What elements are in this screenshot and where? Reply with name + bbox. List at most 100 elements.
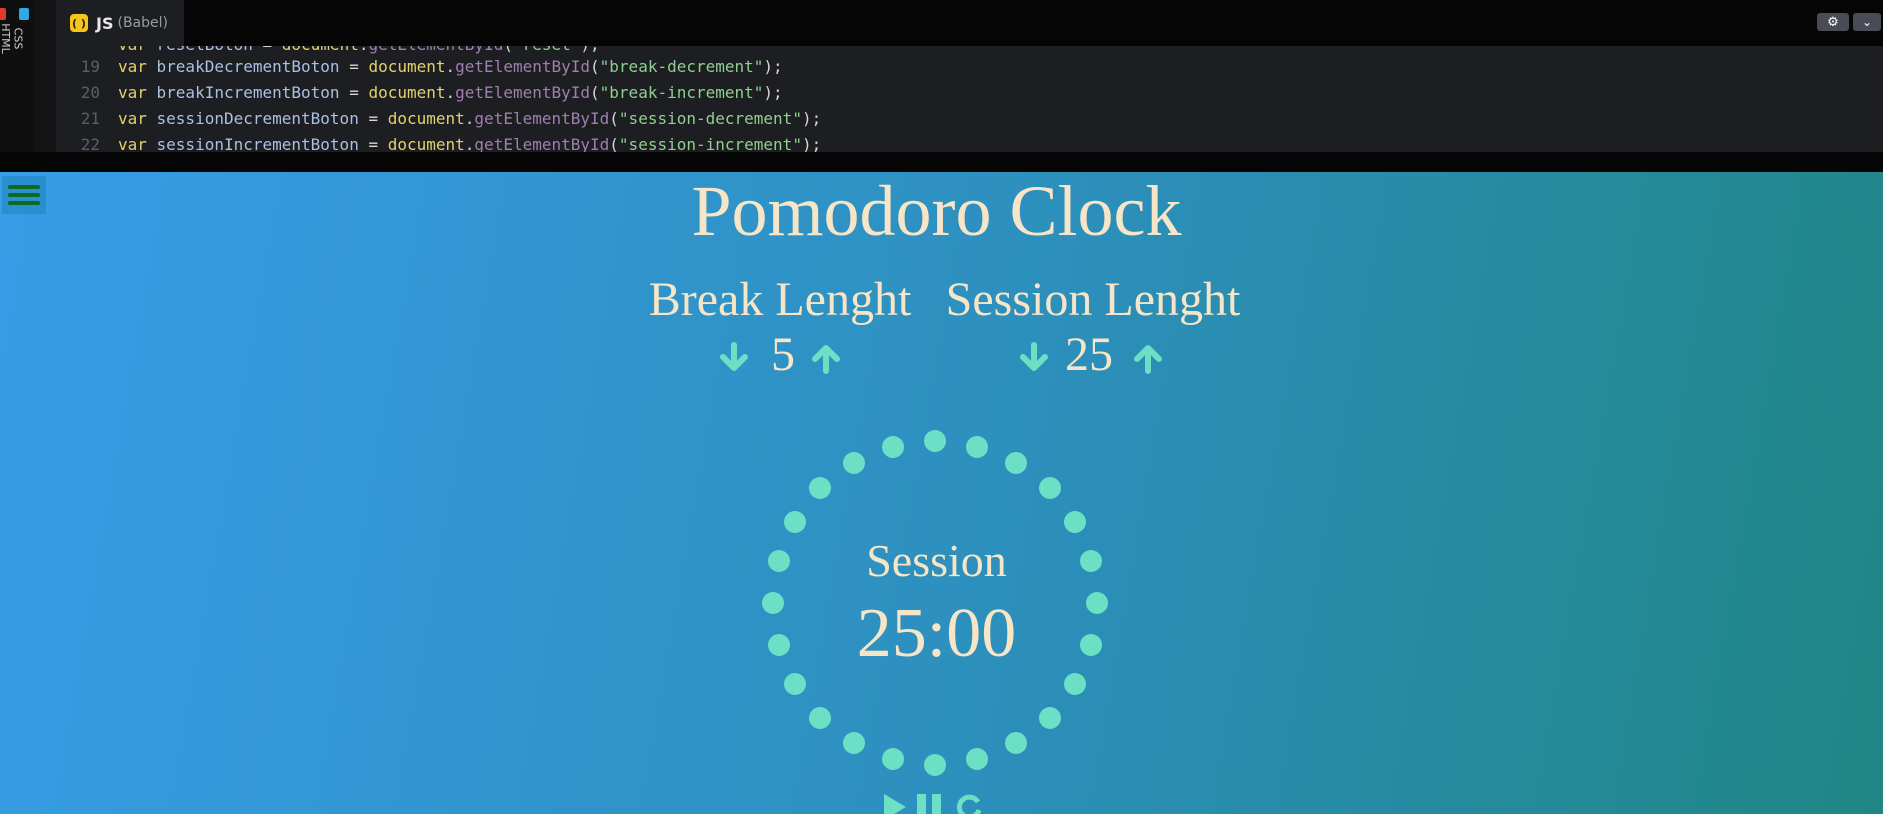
session-length: 25 xyxy=(1065,328,1113,381)
code-token: getElementById xyxy=(455,57,591,76)
session-length-control: 25 xyxy=(1014,328,1174,382)
code-token: var xyxy=(118,57,157,76)
code-token: sessionIncrementBoton xyxy=(156,135,369,152)
tab-js[interactable]: ( ) JS (Babel) xyxy=(56,0,184,46)
pause-icon[interactable] xyxy=(914,792,944,814)
break-increment-arrow-up-icon[interactable] xyxy=(810,342,842,374)
code-token: ); xyxy=(801,109,822,128)
ring-dot xyxy=(924,430,946,452)
code-line[interactable]: 19 var breakDecrementBoton = document.get… xyxy=(56,54,783,80)
code-line[interactable]: 20 var breakIncrementBoton = document.get… xyxy=(56,80,783,106)
line-number: 20 xyxy=(80,83,100,102)
ring-dot xyxy=(882,435,905,458)
code-token: ); xyxy=(763,83,783,102)
ring-dot xyxy=(843,451,865,474)
chevron-down-icon: ⌄ xyxy=(1861,15,1873,29)
code-token: = xyxy=(349,83,369,102)
ring-dot xyxy=(783,511,806,533)
html-icon xyxy=(0,8,6,20)
time-left: 25:00 xyxy=(856,595,1017,672)
tab-css-label: CSS xyxy=(11,27,25,50)
code-token: "session-decrement" xyxy=(618,109,802,128)
ring-dot xyxy=(1005,732,1027,755)
line-number: 21 xyxy=(80,109,100,128)
code-token: document xyxy=(282,46,359,54)
break-label: Break Lenght xyxy=(648,273,912,326)
ring-dot xyxy=(882,748,905,771)
code-token: getElementById xyxy=(455,83,591,102)
code-token: sessionDecrementBoton xyxy=(156,109,369,128)
code-token: var xyxy=(118,83,157,102)
tab-css[interactable]: CSS xyxy=(11,8,31,58)
tab-html-label: HTML xyxy=(0,23,12,54)
code-token: . xyxy=(464,135,475,152)
code-token: var xyxy=(118,109,157,128)
code-token: getElementById xyxy=(474,135,610,152)
code-token: ( xyxy=(503,46,513,54)
code-token: ); xyxy=(801,135,822,152)
js-icon: ( ) xyxy=(70,14,88,32)
break-length: 5 xyxy=(771,328,795,381)
ring-dot xyxy=(1038,477,1061,500)
code-editor: HTML CSS ( ) JS (Babel) ⚙ ⌄ var resetBot… xyxy=(0,0,1883,152)
css-icon xyxy=(19,8,29,20)
gear-icon: ⚙ xyxy=(1827,14,1839,30)
line-number: 19 xyxy=(80,57,100,76)
tab-js-title: JS xyxy=(96,13,114,33)
code-line[interactable]: 21 var sessionDecrementBoton = document.g… xyxy=(56,106,821,132)
code-token: breakIncrementBoton xyxy=(156,83,350,102)
code-token: "session-increment" xyxy=(618,135,802,152)
code-token: ( xyxy=(609,109,619,128)
ring-dot xyxy=(924,754,946,776)
break-decrement-arrow-down-icon[interactable] xyxy=(718,342,750,374)
ring-dot xyxy=(965,435,988,458)
code-token: "break-decrement" xyxy=(599,57,764,76)
page-title: Pomodoro Clock xyxy=(691,172,1182,251)
editor-tab-bar: ( ) JS (Babel) ⚙ ⌄ xyxy=(56,0,1883,46)
play-icon[interactable] xyxy=(880,792,910,814)
code-token: ); xyxy=(763,57,783,76)
ring-dot xyxy=(783,673,806,695)
code-token: = xyxy=(368,135,388,152)
panel-divider[interactable] xyxy=(34,0,56,152)
ring-dot xyxy=(843,732,865,755)
code-token: getElementById xyxy=(474,109,610,128)
code-token: var xyxy=(118,135,157,152)
timer-label: Session xyxy=(866,535,1007,586)
code-token: ); xyxy=(580,46,599,54)
code-token: ( xyxy=(609,135,619,152)
session-label: Session Lenght xyxy=(945,273,1241,326)
preview-pane: Pomodoro Clock Break Lenght Session Leng… xyxy=(0,172,1883,814)
ring-dot xyxy=(1064,673,1087,695)
code-token: "reset" xyxy=(513,46,580,54)
code-token: resetBoton xyxy=(157,46,263,54)
ring-dot xyxy=(1038,706,1061,729)
ring-dot xyxy=(1064,511,1087,533)
code-token: "break-increment" xyxy=(599,83,764,102)
code-token: document xyxy=(368,57,446,76)
code-area[interactable]: var resetBoton = document.getElementById… xyxy=(56,46,1883,152)
code-token: document xyxy=(387,135,465,152)
code-token: document xyxy=(387,109,465,128)
resize-bar[interactable] xyxy=(0,152,1883,172)
tab-js-subtitle: (Babel) xyxy=(117,15,168,31)
code-token: var xyxy=(118,46,157,54)
refresh-icon[interactable] xyxy=(954,792,984,814)
ring-dot xyxy=(809,706,832,729)
settings-button[interactable]: ⚙ xyxy=(1817,13,1849,31)
code-line[interactable]: 22 var sessionIncrementBoton = document.g… xyxy=(56,132,821,152)
code-token: . xyxy=(464,109,475,128)
vertical-tab-strip: HTML CSS xyxy=(0,0,34,152)
ring-dot xyxy=(965,748,988,771)
code-token: . xyxy=(445,83,456,102)
break-length-control: 5 xyxy=(714,328,854,382)
code-token: ( xyxy=(590,83,600,102)
code-token: ( xyxy=(590,57,600,76)
code-token: getElementById xyxy=(368,46,503,54)
session-increment-arrow-up-icon[interactable] xyxy=(1132,342,1164,374)
code-token: . xyxy=(445,57,456,76)
ring-dot xyxy=(1005,451,1027,474)
collapse-button[interactable]: ⌄ xyxy=(1853,13,1881,31)
code-token: document xyxy=(368,83,446,102)
session-decrement-arrow-down-icon[interactable] xyxy=(1018,342,1050,374)
